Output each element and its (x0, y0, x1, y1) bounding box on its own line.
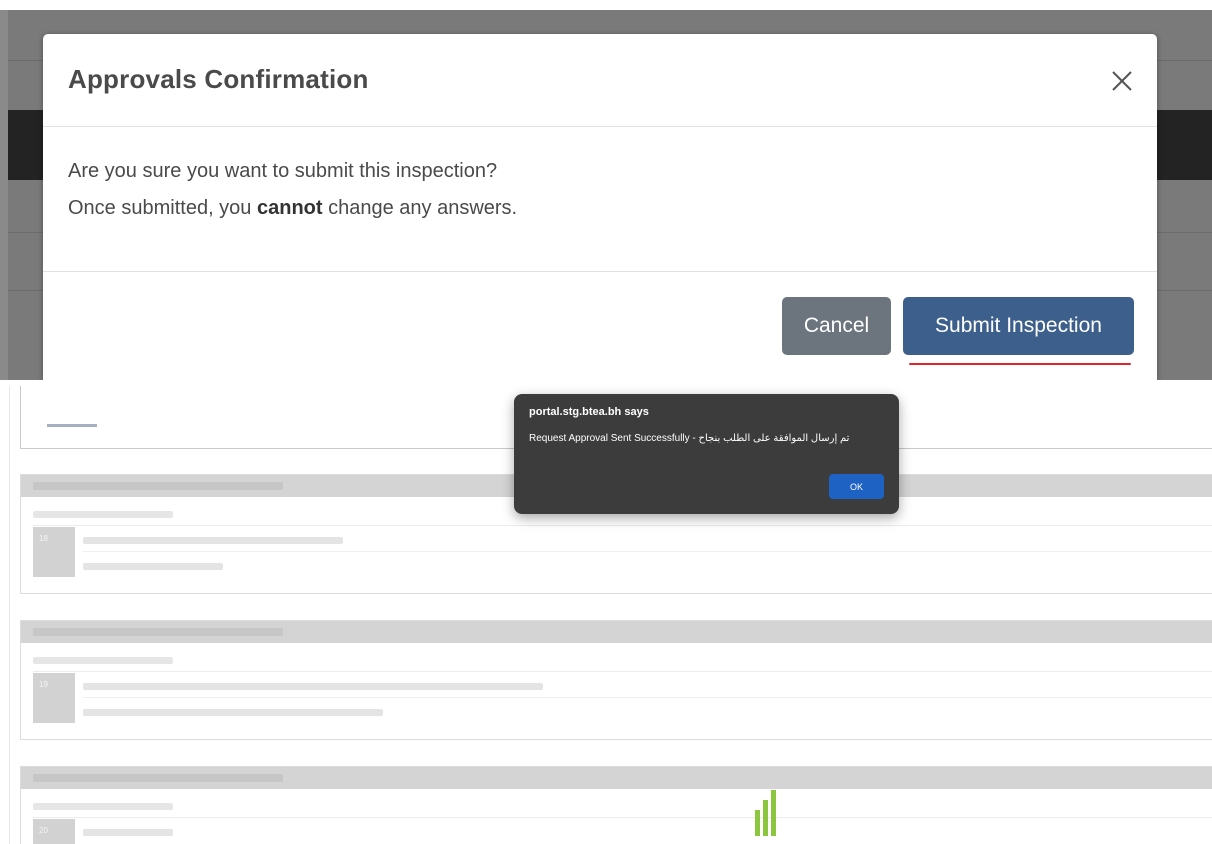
approvals-confirmation-modal: Approvals Confirmation Are you sure you … (43, 34, 1157, 380)
question-number: 20 (33, 819, 75, 844)
warning-text-end: change any answers. (322, 197, 518, 219)
divider (33, 525, 1212, 526)
text-placeholder (83, 563, 223, 570)
question-number: 19 (33, 673, 75, 723)
question-number-text: 19 (39, 680, 48, 689)
text-placeholder (83, 709, 383, 716)
modal-body: Are you sure you want to submit this ins… (43, 127, 1157, 272)
question-card: 19 (20, 620, 1212, 740)
modal-header: Approvals Confirmation (43, 34, 1157, 127)
question-number-text: 20 (39, 826, 48, 835)
subheader-placeholder (33, 511, 173, 518)
backdrop-edge (0, 10, 8, 380)
loading-bars-icon (755, 790, 785, 836)
confirmation-question: Are you sure you want to submit this ins… (68, 160, 498, 182)
alert-ok-button[interactable]: OK (829, 474, 884, 499)
modal-title: Approvals Confirmation (68, 64, 369, 94)
success-alert-screenshot: 18 19 20 portal.stg.btea.bh says Request… (0, 386, 1212, 844)
confirmation-screenshot: Approvals Confirmation Are you sure you … (0, 0, 1212, 380)
divider (33, 671, 1212, 672)
card-header (21, 767, 1212, 789)
page-edge (9, 386, 10, 844)
divider (83, 551, 1212, 552)
submit-inspection-button[interactable]: Submit Inspection (903, 297, 1134, 355)
confirmation-warning: Once submitted, you cannot change any an… (68, 197, 517, 220)
alert-title: portal.stg.btea.bh says (529, 406, 649, 418)
warning-emphasis: cannot (256, 197, 323, 219)
cancel-button[interactable]: Cancel (782, 297, 891, 355)
text-placeholder (83, 683, 543, 690)
question-card: 20 (20, 766, 1212, 844)
header-placeholder (33, 482, 283, 490)
subheader-placeholder (33, 803, 173, 810)
text-placeholder (83, 537, 343, 544)
warning-text-start: Once submitted, you (68, 197, 257, 219)
header-placeholder (33, 628, 283, 636)
highlight-underline (909, 363, 1131, 365)
close-button[interactable] (1105, 64, 1139, 98)
close-icon (1112, 71, 1132, 91)
question-number-text: 18 (39, 534, 48, 543)
subheader-placeholder (33, 657, 173, 664)
divider (83, 697, 1212, 698)
text-placeholder (83, 829, 173, 836)
card-header (21, 621, 1212, 643)
browser-alert-dialog: portal.stg.btea.bh says Request Approval… (514, 394, 899, 514)
input-mark (47, 424, 97, 427)
question-number: 18 (33, 527, 75, 577)
alert-message: Request Approval Sent Successfully - تم … (529, 433, 850, 444)
divider (33, 817, 1212, 818)
header-placeholder (33, 774, 283, 782)
modal-footer: Cancel Submit Inspection (43, 272, 1157, 380)
